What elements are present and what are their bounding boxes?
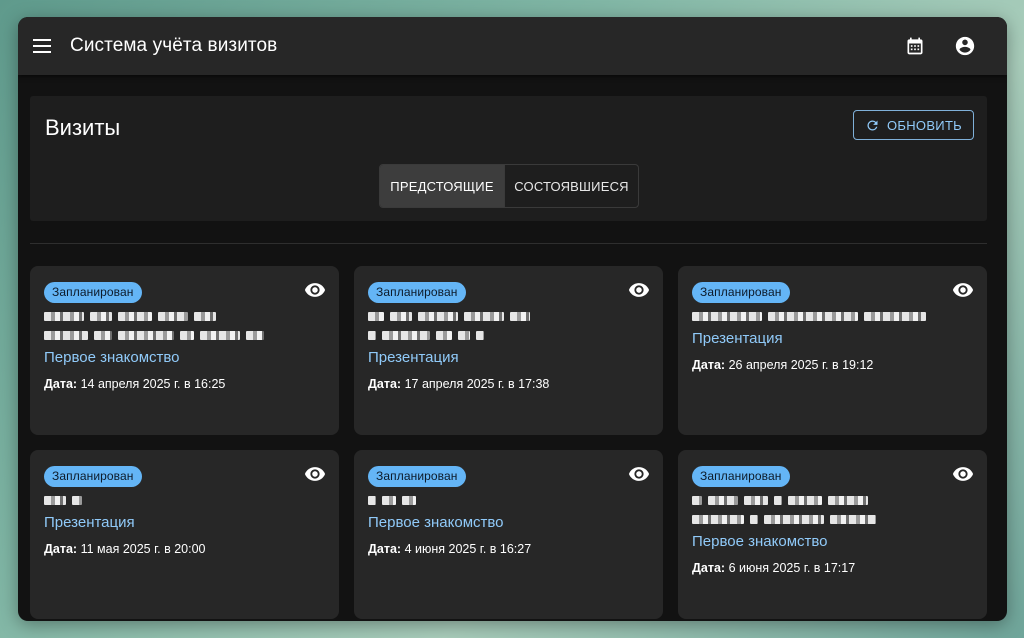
- visit-card[interactable]: Запланирован Презентация Дата: 11 мая 20…: [30, 450, 339, 619]
- page-title: Визиты: [45, 115, 121, 140]
- visit-card[interactable]: Запланирован Презентация Дата: 17 апреля…: [354, 266, 663, 435]
- redacted-client-info: [692, 311, 973, 321]
- account-circle-icon[interactable]: [950, 31, 980, 61]
- divider: [30, 243, 987, 244]
- redacted-client-info: [368, 495, 649, 505]
- visit-card[interactable]: Запланирован Первое знакомство Дата: 6 и…: [678, 450, 987, 619]
- app-bar: Система учёта визитов: [18, 17, 1007, 75]
- main-content: Визиты ОБНОВИТЬ ПРЕДСТОЯЩИЕ СОСТОЯВШИЕСЯ…: [30, 96, 987, 619]
- redacted-client-info: [368, 311, 649, 340]
- status-badge: Запланирован: [368, 282, 466, 303]
- tab-upcoming[interactable]: ПРЕДСТОЯЩИЕ: [380, 165, 504, 207]
- visit-date: Дата: 26 апреля 2025 г. в 19:12: [692, 358, 874, 372]
- visit-date: Дата: 14 апреля 2025 г. в 16:25: [44, 377, 226, 391]
- redacted-client-info: [44, 495, 325, 505]
- visit-type[interactable]: Презентация: [368, 349, 649, 366]
- menu-icon[interactable]: [26, 30, 58, 62]
- eye-icon[interactable]: [951, 278, 975, 302]
- calendar-icon[interactable]: [900, 31, 930, 61]
- visit-type[interactable]: Первое знакомство: [368, 514, 649, 531]
- visit-type[interactable]: Первое знакомство: [44, 349, 325, 366]
- visit-card[interactable]: Запланирован Презентация Дата: 26 апреля…: [678, 266, 987, 435]
- visit-date: Дата: 17 апреля 2025 г. в 17:38: [368, 377, 550, 391]
- visit-type[interactable]: Презентация: [44, 514, 325, 531]
- status-badge: Запланирован: [692, 282, 790, 303]
- refresh-icon: [867, 120, 878, 130]
- refresh-button[interactable]: ОБНОВИТЬ: [853, 110, 974, 140]
- eye-icon[interactable]: [951, 462, 975, 486]
- visit-type[interactable]: Презентация: [692, 330, 973, 347]
- eye-icon[interactable]: [627, 462, 651, 486]
- visits-header-panel: Визиты ОБНОВИТЬ ПРЕДСТОЯЩИЕ СОСТОЯВШИЕСЯ: [30, 96, 987, 221]
- app-title: Система учёта визитов: [70, 35, 278, 56]
- status-badge: Запланирован: [368, 466, 466, 487]
- visit-date: Дата: 6 июня 2025 г. в 17:17: [692, 561, 856, 575]
- visits-filter-toggle: ПРЕДСТОЯЩИЕ СОСТОЯВШИЕСЯ: [379, 164, 639, 208]
- app-window: Система учёта визитов Визиты ОБНОВИТЬ ПР…: [18, 17, 1007, 621]
- status-badge: Запланирован: [44, 282, 142, 303]
- status-badge: Запланирован: [692, 466, 790, 487]
- eye-icon[interactable]: [303, 278, 327, 302]
- status-badge: Запланирован: [44, 466, 142, 487]
- redacted-client-info: [692, 495, 973, 524]
- redacted-client-info: [44, 311, 325, 340]
- visit-card[interactable]: Запланирован Первое знакомство Дата: 14 …: [30, 266, 339, 435]
- refresh-label: ОБНОВИТЬ: [886, 117, 963, 133]
- visit-type[interactable]: Первое знакомство: [692, 533, 973, 550]
- eye-icon[interactable]: [303, 462, 327, 486]
- visit-date: Дата: 4 июня 2025 г. в 16:27: [368, 542, 532, 556]
- tab-completed[interactable]: СОСТОЯВШИЕСЯ: [504, 165, 638, 207]
- visit-card[interactable]: Запланирован Первое знакомство Дата: 4 и…: [354, 450, 663, 619]
- visit-date: Дата: 11 мая 2025 г. в 20:00: [44, 542, 206, 556]
- eye-icon[interactable]: [627, 278, 651, 302]
